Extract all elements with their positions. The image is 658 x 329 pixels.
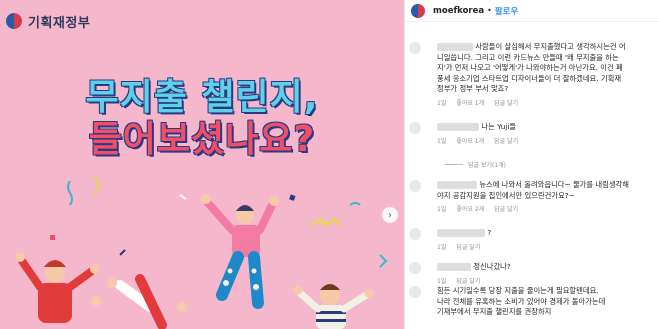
comment-text: 나는 Yuji들 — [437, 122, 657, 133]
dancer-left — [15, 252, 100, 323]
comment-likes[interactable]: 좋아요 1개 — [456, 136, 484, 145]
blurred-username — [437, 263, 471, 271]
avatar[interactable] — [409, 262, 421, 274]
reply-link[interactable]: 답글 달기 — [456, 242, 480, 251]
comment-time: 1일 — [437, 99, 447, 107]
comment-meta: 1일 답글 달기 — [437, 276, 657, 285]
post-image[interactable]: 기획재정부 무지출 챌린지, 들어보셨나요? › — [0, 0, 404, 329]
taegeuk-icon — [6, 13, 22, 29]
comment-text: 정신나갔나? — [437, 262, 657, 273]
comment-text: ? — [437, 228, 657, 239]
brand-logo: 기획재정부 — [6, 6, 90, 36]
comment-meta: 1일 좋아요 1개 답글 달기 — [437, 98, 657, 107]
replies-toggle-row: 답글 보기(1개) — [409, 160, 657, 169]
comment-time: 1일 — [437, 206, 447, 213]
post-header: moefkorea • 팔로우 — [405, 0, 658, 22]
blurred-username — [437, 181, 477, 189]
blurred-username — [437, 123, 479, 131]
comment-likes[interactable]: 좋아요 2개 — [456, 204, 484, 213]
comment-meta: 1일 좋아요 2개 답글 달기 — [437, 204, 657, 213]
reply-line-divider — [445, 164, 463, 165]
comment-item: ? 1일 답글 달기 — [409, 228, 657, 251]
avatar[interactable] — [409, 286, 421, 298]
brand-name: 기획재정부 — [28, 15, 91, 31]
confetti — [50, 175, 388, 268]
dancer-center — [201, 194, 279, 309]
comment-time: 1일 — [437, 277, 447, 285]
comment-time: 1일 — [437, 243, 447, 251]
comment-item: 나는 Yuji들 1일 좋아요 1개 답글 달기 — [409, 122, 657, 145]
comment-meta: 1일 좋아요 1개 답글 달기 — [437, 136, 657, 145]
blurred-username — [437, 229, 485, 237]
comment-item: 정신나갔나? 1일 답글 달기 — [409, 262, 657, 285]
comment-text: 사람들이 살심해서 무지출했다고 생각하시는건 어 니일씁니다. 그리고 이런 … — [437, 42, 626, 93]
reply-link[interactable]: 답글 달기 — [494, 98, 518, 107]
reply-link[interactable]: 답글 달기 — [494, 204, 518, 213]
dancing-people-illustration — [15, 175, 388, 329]
avatar[interactable] — [409, 228, 421, 240]
screenshot-frame: 기획재정부 무지출 챌린지, 들어보셨나요? › moefkorea • 팔로우… — [0, 0, 658, 329]
dancer-jumping — [107, 274, 167, 329]
view-replies-button[interactable]: 답글 보기(1개) — [409, 160, 657, 169]
dancer-right — [293, 284, 374, 329]
account-username[interactable]: moefkorea — [433, 6, 484, 16]
avatar[interactable] — [409, 122, 421, 134]
reply-link[interactable]: 답글 달기 — [494, 136, 518, 145]
comment-text: 뉴스에 나와서 올려와읍니다~ 물가를 내림생각해 야지 공감지원을 집인에서만… — [437, 180, 629, 200]
comment-item: 사람들이 살심해서 무지출했다고 생각하시는건 어 니일씁니다. 그리고 이런 … — [409, 42, 657, 107]
chevron-right-icon: › — [388, 209, 392, 221]
comment-text: 힘든 시기일수록 당장 지출을 줄이는게 필요할텐데요. 나라 전체를 유혹하는… — [437, 286, 606, 316]
header-separator: • — [487, 6, 492, 15]
comment-item: 뉴스에 나와서 올려와읍니다~ 물가를 내림생각해 야지 공감지원을 집인에서만… — [409, 180, 657, 213]
comment-time: 1일 — [437, 137, 447, 145]
avatar[interactable] — [409, 180, 421, 192]
comments-panel: moefkorea • 팔로우 사람들이 살심해서 무지출했다고 생각하시는건 … — [404, 0, 658, 329]
headline-line-2: 들어보셨나요? — [88, 119, 316, 160]
next-image-button[interactable]: › — [382, 207, 398, 223]
avatar[interactable] — [409, 42, 421, 54]
reply-link[interactable]: 답글 달기 — [456, 276, 480, 285]
comment-likes[interactable]: 좋아요 1개 — [456, 98, 484, 107]
follow-button[interactable]: 팔로우 — [495, 5, 518, 17]
blurred-username — [437, 43, 473, 51]
account-avatar[interactable] — [411, 3, 425, 18]
comment-item: 힘든 시기일수록 당장 지출을 줄이는게 필요할텐데요. 나라 전체를 유혹하는… — [409, 286, 657, 318]
comment-meta: 1일 답글 달기 — [437, 242, 657, 251]
